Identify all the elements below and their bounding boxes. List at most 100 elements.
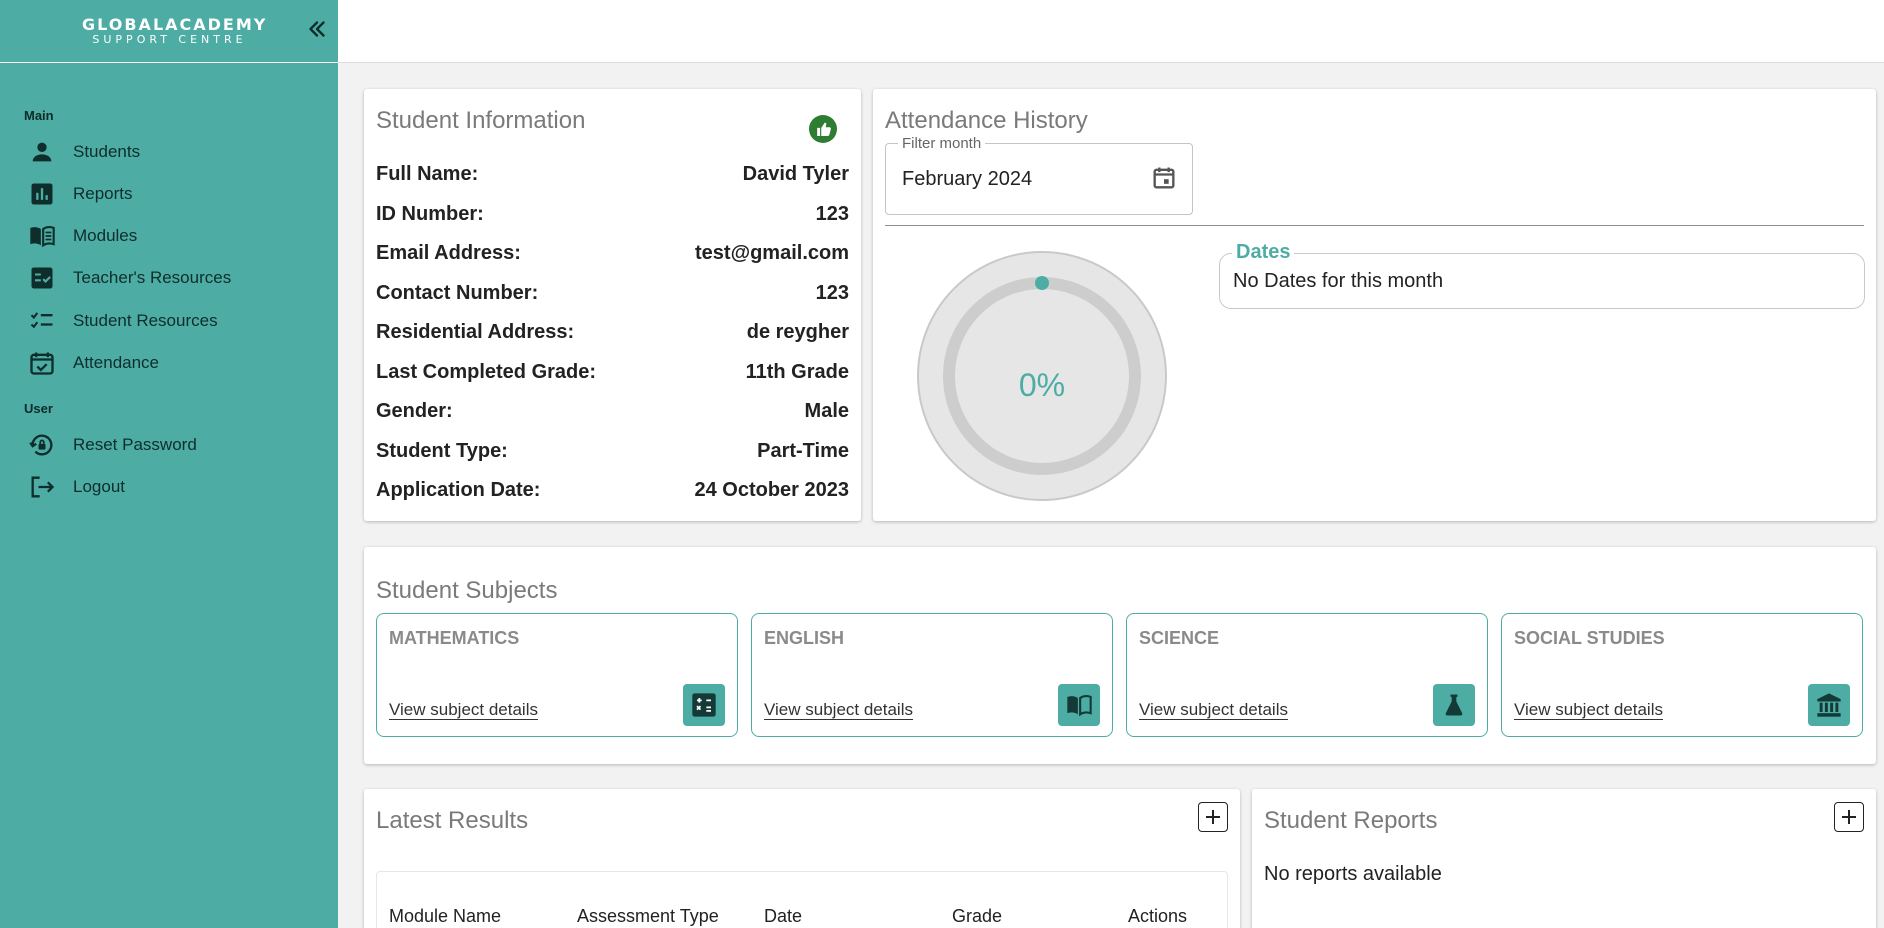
card-title: Student Reports [1264, 807, 1438, 834]
view-subject-details-link[interactable]: View subject details [764, 700, 913, 720]
sidebar-item-label: Teacher's Resources [73, 268, 232, 287]
sidebar-item-students[interactable]: Students [28, 134, 328, 170]
view-subject-details-link[interactable]: View subject details [389, 700, 538, 720]
info-label: Full Name: [376, 162, 479, 185]
info-value: David Tyler [742, 162, 849, 185]
add-result-button[interactable] [1198, 802, 1228, 832]
institution-icon [1808, 684, 1850, 726]
dates-empty-message: No Dates for this month [1233, 270, 1444, 292]
info-label: ID Number: [376, 202, 484, 225]
sidebar-item-reset-password[interactable]: Reset Password [28, 427, 328, 463]
main-content: Student Information Full Name: David Tyle… [338, 63, 1884, 928]
reports-empty-message: No reports available [1264, 863, 1442, 885]
info-value: 11th Grade [745, 360, 849, 383]
subject-name: SOCIAL STUDIES [1514, 628, 1665, 648]
filter-month-value: February 2024 [902, 168, 1033, 190]
info-label: Email Address: [376, 241, 521, 264]
info-row-contact: Contact Number: 123 [376, 278, 849, 308]
results-table: Module Name Assessment Type Date Grade A… [376, 871, 1228, 928]
subject-card-social-studies: SOCIAL STUDIES View subject details [1501, 613, 1863, 737]
sidebar-item-attendance[interactable]: Attendance [28, 345, 328, 381]
latest-results-card: Latest Results Module Name Assessment Ty… [364, 789, 1240, 928]
section-label-main: Main [24, 108, 54, 123]
info-label: Last Completed Grade: [376, 360, 597, 383]
calendar-icon[interactable] [1150, 164, 1178, 192]
sidebar-item-label: Reports [73, 184, 133, 203]
filter-month-label: Filter month [898, 135, 986, 152]
column-header: Assessment Type [577, 906, 719, 926]
sidebar-item-reports[interactable]: Reports [28, 176, 328, 212]
info-row-full-name: Full Name: David Tyler [376, 159, 849, 189]
sidebar-item-teachers-resources[interactable]: Teacher's Resources [28, 260, 328, 296]
sidebar-item-label: Attendance [73, 353, 160, 372]
thumbs-up-icon [809, 115, 837, 143]
sidebar-header: GLOBALACADEMY SUPPORT CENTRE [0, 0, 338, 63]
info-value: Part-Time [757, 439, 849, 462]
sidebar-item-modules[interactable]: Modules [28, 218, 328, 254]
sidebar-item-student-resources[interactable]: Student Resources [28, 303, 328, 339]
sidebar-item-label: Students [73, 142, 141, 161]
student-info-card: Student Information Full Name: David Tyle… [364, 89, 861, 521]
divider [885, 225, 1864, 226]
column-header: Date [764, 906, 803, 926]
info-value: Male [804, 399, 849, 422]
info-row-email: Email Address: test@gmail.com [376, 238, 849, 268]
info-label: Application Date: [376, 478, 541, 501]
info-value: de reygher [746, 320, 849, 343]
add-report-button[interactable] [1834, 802, 1864, 832]
info-row-gender: Gender: Male [376, 396, 849, 426]
info-value: 24 October 2023 [694, 478, 849, 501]
card-title: Student Information [376, 107, 586, 134]
view-subject-details-link[interactable]: View subject details [1514, 700, 1663, 720]
filter-month-input[interactable]: Filter month February 2024 [885, 135, 1193, 215]
card-title: Attendance History [885, 107, 1088, 134]
subject-name: MATHEMATICS [389, 628, 520, 648]
card-title: Latest Results [376, 807, 529, 834]
book-icon [30, 226, 55, 248]
checklist-icon [30, 312, 53, 329]
subjects-card: Student Subjects MATHEMATICS View subjec… [364, 547, 1876, 764]
sidebar-item-logout[interactable]: Logout [28, 469, 328, 505]
view-subject-details-link[interactable]: View subject details [1139, 700, 1288, 720]
sidebar-item-label: Reset Password [73, 435, 197, 454]
student-reports-card: Student Reports No reports available [1252, 789, 1876, 928]
column-header: Grade [952, 906, 1003, 926]
sidebar-item-label: Logout [73, 477, 125, 496]
plus-icon [1206, 810, 1220, 824]
brand-subtitle: SUPPORT CENTRE [92, 33, 247, 46]
logout-icon [31, 476, 55, 498]
brand-logo[interactable]: GLOBALACADEMY SUPPORT CENTRE [82, 15, 268, 46]
subject-card-science: SCIENCE View subject details [1126, 613, 1488, 737]
sidebar-item-label: Modules [73, 226, 138, 245]
calendar-check-icon [30, 352, 54, 375]
section-label-user: User [24, 401, 53, 416]
person-icon [32, 142, 52, 162]
checklist-box-icon [31, 267, 53, 289]
info-label: Residential Address: [376, 320, 575, 343]
bar-chart-icon [31, 183, 53, 205]
subject-card-english: ENGLISH View subject details [751, 613, 1113, 737]
info-value: 123 [815, 281, 849, 304]
info-label: Contact Number: [376, 281, 539, 304]
info-row-id-number: ID Number: 123 [376, 199, 849, 229]
collapse-sidebar-icon[interactable] [304, 16, 330, 42]
subject-name: ENGLISH [764, 628, 845, 648]
info-row-grade: Last Completed Grade: 11th Grade [376, 357, 849, 387]
attendance-percent: 0% [1018, 366, 1066, 403]
flask-icon [1433, 684, 1475, 726]
info-label: Gender: [376, 399, 453, 422]
info-value: 123 [815, 202, 849, 225]
subject-card-mathematics: MATHEMATICS View subject details [376, 613, 738, 737]
column-header: Module Name [389, 906, 502, 926]
top-bar [338, 0, 1884, 63]
column-header: Actions [1128, 906, 1188, 926]
dates-panel: Dates No Dates for this month [1219, 241, 1865, 309]
plus-icon [1842, 810, 1856, 824]
info-label: Student Type: [376, 439, 508, 462]
info-value: test@gmail.com [695, 241, 849, 264]
dates-label: Dates [1232, 241, 1295, 264]
brand-name: GLOBALACADEMY [82, 15, 268, 34]
card-title: Student Subjects [376, 577, 558, 604]
info-row-address: Residential Address: de reygher [376, 317, 849, 347]
attendance-card: Attendance History Filter month February… [873, 89, 1876, 521]
